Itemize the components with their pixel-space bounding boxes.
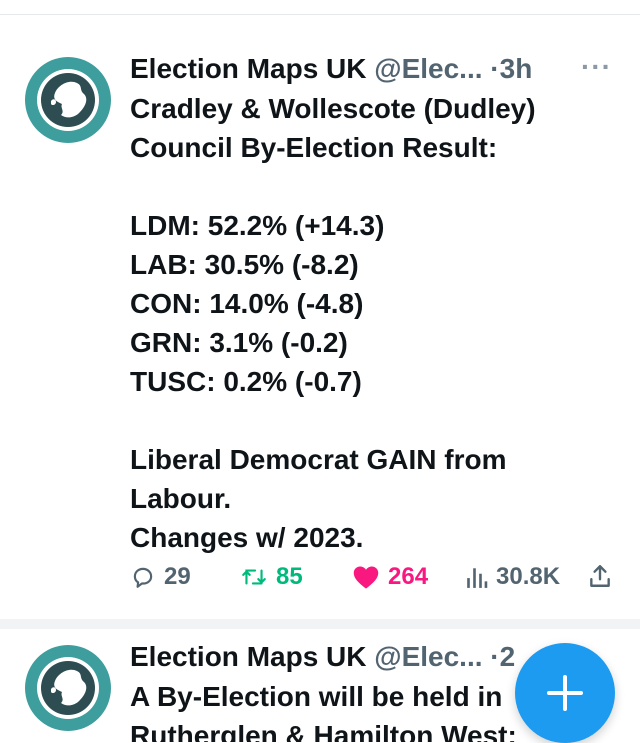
retweet-icon [242,569,266,585]
tweet-line: Labour. [130,483,232,514]
tweet-line: Council By-Election Result: [130,132,498,163]
timestamp[interactable]: 3h [500,53,533,84]
tweet-line: Liberal Democrat GAIN from [130,444,507,475]
previous-tweet-divider [0,0,640,15]
reply-button[interactable]: 29 [130,563,191,591]
like-button[interactable]: 264 [352,563,428,591]
tweet-text: Cradley & Wollescote (Dudley) Council By… [130,89,600,557]
tweet-line: LAB: 30.5% (-8.2) [130,249,359,280]
author-handle[interactable]: @Elec... [374,53,482,84]
author-name[interactable]: Election Maps UK [130,53,366,84]
map-logo-icon [30,650,106,726]
heart-icon [353,566,379,589]
compose-button[interactable] [515,643,615,743]
tweet-line: CON: 14.0% (-4.8) [130,288,364,319]
separator-dot: · [490,53,500,84]
map-logo-icon [30,62,106,138]
tweet[interactable]: Election Maps UK @Elec... ·3h ··· Cradle… [0,15,640,629]
view-count: 30.8K [496,563,561,590]
tweet-line [130,167,600,206]
tweet-line: TUSC: 0.2% (-0.7) [130,366,362,397]
reply-count: 29 [164,563,191,590]
like-count: 264 [388,563,429,590]
retweet-count: 85 [276,563,303,590]
share-button[interactable] [588,563,612,589]
tweet-header: Election Maps UK @Elec... ·3h [130,53,640,85]
author-handle[interactable]: @Elec... [374,641,482,672]
reply-icon [133,567,153,588]
author-name[interactable]: Election Maps UK [130,641,366,672]
more-options-icon[interactable]: ··· [581,51,612,83]
views-button[interactable]: 30.8K [466,563,560,591]
tweet-line: LDM: 52.2% (+14.3) [130,210,385,241]
tweet-line: Changes w/ 2023. [130,522,364,553]
share-icon [590,565,610,587]
tweet-line: Cradley & Wollescote (Dudley) [130,93,536,124]
separator-dot: · [490,641,500,672]
avatar[interactable] [25,645,111,731]
retweet-button[interactable]: 85 [240,563,303,591]
tweet-actions: 29 85 264 30.8K [130,563,612,603]
timestamp[interactable]: 2 [500,641,516,672]
views-icon [467,568,488,588]
plus-icon [547,675,583,711]
tweet-line [130,401,600,440]
avatar[interactable] [25,57,111,143]
tweet-line: GRN: 3.1% (-0.2) [130,327,348,358]
